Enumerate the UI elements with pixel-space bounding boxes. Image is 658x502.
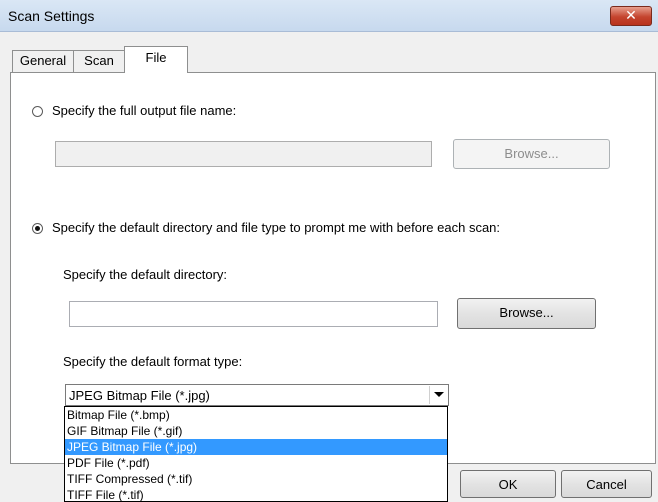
radio-default-directory[interactable] <box>32 223 43 234</box>
format-option[interactable]: GIF Bitmap File (*.gif) <box>65 423 447 439</box>
ok-label: OK <box>498 477 518 492</box>
default-directory-option-label: Specify the default directory and file t… <box>52 220 501 235</box>
tab-general[interactable]: General <box>12 50 74 72</box>
close-icon: ✕ <box>625 7 637 23</box>
tab-general-label: General <box>19 53 67 68</box>
title-bar: Scan Settings ✕ <box>0 0 658 32</box>
cancel-button[interactable]: Cancel <box>561 470 652 498</box>
format-option[interactable]: PDF File (*.pdf) <box>65 455 447 471</box>
default-directory-input[interactable] <box>69 301 438 327</box>
tab-scan[interactable]: Scan <box>73 50 125 72</box>
browse-directory-button[interactable]: Browse... <box>457 298 596 329</box>
chevron-down-icon[interactable] <box>429 386 447 404</box>
close-button[interactable]: ✕ <box>610 6 652 26</box>
browse-output-file-button[interactable]: Browse... <box>453 139 610 169</box>
full-output-name-input[interactable] <box>55 141 432 167</box>
cancel-label: Cancel <box>586 477 627 492</box>
tab-scan-label: Scan <box>84 53 114 68</box>
radio-full-output-name[interactable] <box>32 106 43 117</box>
format-option[interactable]: TIFF Compressed (*.tif) <box>65 471 447 487</box>
tab-file-label: File <box>145 50 167 65</box>
ok-button[interactable]: OK <box>460 470 556 498</box>
browse-output-file-label: Browse... <box>504 146 559 161</box>
format-type-selected: JPEG Bitmap File (*.jpg) <box>69 388 210 403</box>
browse-directory-label: Browse... <box>499 305 554 320</box>
format-option[interactable]: TIFF File (*.tif) <box>65 487 447 501</box>
format-option[interactable]: JPEG Bitmap File (*.jpg) <box>65 439 447 455</box>
default-directory-label: Specify the default directory: <box>63 267 228 282</box>
default-format-label: Specify the default format type: <box>63 354 243 369</box>
format-option[interactable]: Bitmap File (*.bmp) <box>65 407 447 423</box>
tab-file[interactable]: File <box>124 46 188 73</box>
format-type-dropdown: Bitmap File (*.bmp) GIF Bitmap File (*.g… <box>64 406 448 502</box>
full-output-name-label: Specify the full output file name: <box>52 103 237 118</box>
window-title: Scan Settings <box>8 8 95 24</box>
format-type-select[interactable]: JPEG Bitmap File (*.jpg) <box>65 384 449 406</box>
